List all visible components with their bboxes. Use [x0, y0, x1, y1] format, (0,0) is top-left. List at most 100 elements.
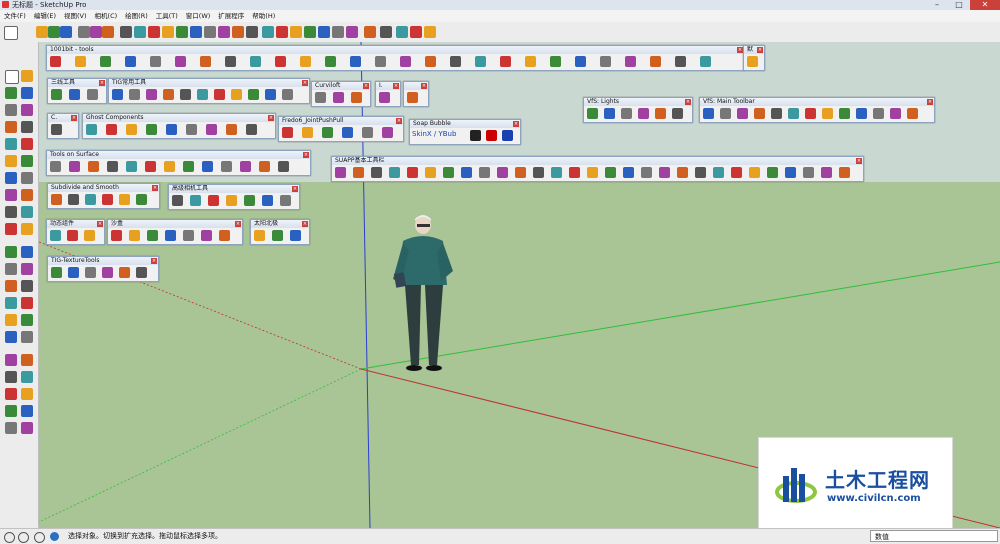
left-toolbar-tool-icon[interactable] [21, 172, 33, 184]
main-toolbar-button-icon[interactable] [318, 26, 330, 38]
toolbar-tool-icon[interactable] [461, 167, 472, 178]
toolbar-tool-icon[interactable] [325, 56, 336, 67]
left-toolbar-tool-icon[interactable] [21, 280, 33, 292]
toolbar-panel-p1001bit[interactable]: 1001bit - tools × [46, 45, 745, 71]
toolbar-panel-title[interactable]: VfS: Lights × [584, 98, 692, 106]
toolbar-tool-icon[interactable] [75, 56, 86, 67]
toolbar-tool-icon[interactable] [641, 167, 652, 178]
left-toolbar-tool-icon[interactable] [21, 121, 33, 133]
toolbar-tool-icon[interactable] [165, 230, 176, 241]
main-toolbar-button-icon[interactable] [290, 26, 302, 38]
left-toolbar-tool-icon[interactable] [21, 405, 33, 417]
close-icon[interactable]: × [292, 186, 298, 192]
close-icon[interactable]: × [235, 221, 241, 227]
close-icon[interactable]: × [421, 83, 427, 89]
toolbar-tool-icon[interactable] [166, 124, 177, 135]
main-toolbar-button-icon[interactable] [276, 26, 288, 38]
toolbar-panel-psoap[interactable]: Soap Bubble × SkinX / YBub [409, 119, 521, 145]
main-toolbar-button-icon[interactable] [36, 26, 48, 38]
toolbar-tool-icon[interactable] [375, 56, 386, 67]
toolbar-tool-icon[interactable] [575, 56, 586, 67]
toolbar-tool-icon[interactable] [450, 56, 461, 67]
close-icon[interactable]: × [152, 185, 158, 191]
toolbar-tool-icon[interactable] [822, 108, 833, 119]
toolbar-tool-icon[interactable] [333, 92, 344, 103]
toolbar-tool-icon[interactable] [600, 56, 611, 67]
toolbar-panel-psun[interactable]: 太阳北极 × [250, 219, 310, 245]
toolbar-tool-icon[interactable] [129, 230, 140, 241]
toolbar-tool-icon[interactable] [50, 161, 61, 172]
toolbar-tool-icon[interactable] [206, 124, 217, 135]
toolbar-tool-icon[interactable] [282, 89, 293, 100]
menu-window[interactable]: 窗口(W) [182, 10, 215, 22]
menu-view[interactable]: 视图(V) [60, 10, 91, 22]
main-toolbar-button-icon[interactable] [346, 26, 358, 38]
close-icon[interactable]: × [685, 99, 691, 105]
main-toolbar-button-icon[interactable] [176, 26, 188, 38]
toolbar-panel-ptiny[interactable]: I. × [375, 81, 401, 107]
person-figure[interactable] [387, 215, 461, 373]
left-toolbar-tool-icon[interactable] [5, 246, 17, 258]
toolbar-panel-p3line[interactable]: 三线工具 × [47, 78, 107, 104]
toolbar-tool-icon[interactable] [282, 127, 293, 138]
toolbar-tool-icon[interactable] [747, 56, 758, 67]
left-toolbar-tool-icon[interactable] [21, 263, 33, 275]
toolbar-panel-title[interactable]: VfS: Main Toolbar × [700, 98, 934, 106]
toolbar-tool-icon[interactable] [244, 195, 255, 206]
toolbar-panel-title[interactable]: 高级相机工具 × [169, 185, 299, 193]
toolbar-tool-icon[interactable] [201, 230, 212, 241]
main-toolbar-button-icon[interactable] [262, 26, 274, 38]
left-toolbar-tool-icon[interactable] [21, 388, 33, 400]
toolbar-panel-title[interactable]: 动态组件 × [47, 220, 104, 228]
toolbar-tool-icon[interactable] [50, 230, 61, 241]
left-toolbar-tool-icon[interactable] [5, 405, 17, 417]
left-toolbar-tool-icon[interactable] [5, 155, 17, 167]
toolbar-tool-icon[interactable] [102, 267, 113, 278]
toolbar-tool-icon[interactable] [126, 124, 137, 135]
toolbar-tool-icon[interactable] [407, 92, 418, 103]
toolbar-tool-icon[interactable] [604, 108, 615, 119]
toolbar-tool-icon[interactable] [785, 167, 796, 178]
main-toolbar-button-icon[interactable] [424, 26, 436, 38]
left-toolbar-tool-icon[interactable] [5, 121, 17, 133]
toolbar-tool-icon[interactable] [587, 108, 598, 119]
main-toolbar-button-icon[interactable] [148, 26, 160, 38]
toolbar-tool-icon[interactable] [50, 56, 61, 67]
toolbar-tool-icon[interactable] [400, 56, 411, 67]
left-toolbar-tool-icon[interactable] [5, 314, 17, 326]
toolbar-tool-icon[interactable] [389, 167, 400, 178]
toolbar-panel-psuapp[interactable]: SUAPP基本工具栏 × [331, 156, 864, 182]
toolbar-tool-icon[interactable] [771, 108, 782, 119]
toolbar-tool-icon[interactable] [272, 230, 283, 241]
toolbar-tool-icon[interactable] [278, 161, 289, 172]
toolbar-panel-pghost[interactable]: Ghost Components × [82, 113, 276, 139]
toolbar-tool-icon[interactable] [533, 167, 544, 178]
toolbar-tool-icon[interactable] [119, 194, 130, 205]
left-toolbar-tool-icon[interactable] [21, 104, 33, 116]
toolbar-tool-icon[interactable] [221, 161, 232, 172]
toolbar-panel-title[interactable]: Tools on Surface × [47, 151, 310, 159]
toolbar-panel-title[interactable]: 太阳北极 × [251, 220, 309, 228]
main-toolbar-button-icon[interactable] [304, 26, 316, 38]
close-icon[interactable]: × [71, 115, 77, 121]
main-toolbar-button-icon[interactable] [120, 26, 132, 38]
toolbar-panel-title[interactable]: TIG常用工具 × [109, 79, 309, 87]
toolbar-tool-icon[interactable] [805, 108, 816, 119]
toolbar-tool-icon[interactable] [250, 56, 261, 67]
toolbar-tool-icon[interactable] [51, 124, 62, 135]
toolbar-tool-icon[interactable] [226, 124, 237, 135]
left-toolbar-tool-icon[interactable] [5, 223, 17, 235]
toolbar-tool-icon[interactable] [226, 195, 237, 206]
toolbar-tool-icon[interactable] [126, 161, 137, 172]
main-toolbar-button-icon[interactable] [246, 26, 258, 38]
toolbar-tool-icon[interactable] [551, 167, 562, 178]
left-toolbar-tool-icon[interactable] [21, 138, 33, 150]
toolbar-tool-icon[interactable] [240, 161, 251, 172]
toolbar-tool-icon[interactable] [587, 167, 598, 178]
toolbar-tool-icon[interactable] [51, 267, 62, 278]
left-toolbar-tool-icon[interactable] [21, 354, 33, 366]
toolbar-tool-icon[interactable] [102, 194, 113, 205]
toolbar-panel-pdyn[interactable]: 动态组件 × [46, 219, 105, 245]
left-toolbar-tool-icon[interactable] [5, 87, 17, 99]
left-toolbar-tool-icon[interactable] [5, 172, 17, 184]
